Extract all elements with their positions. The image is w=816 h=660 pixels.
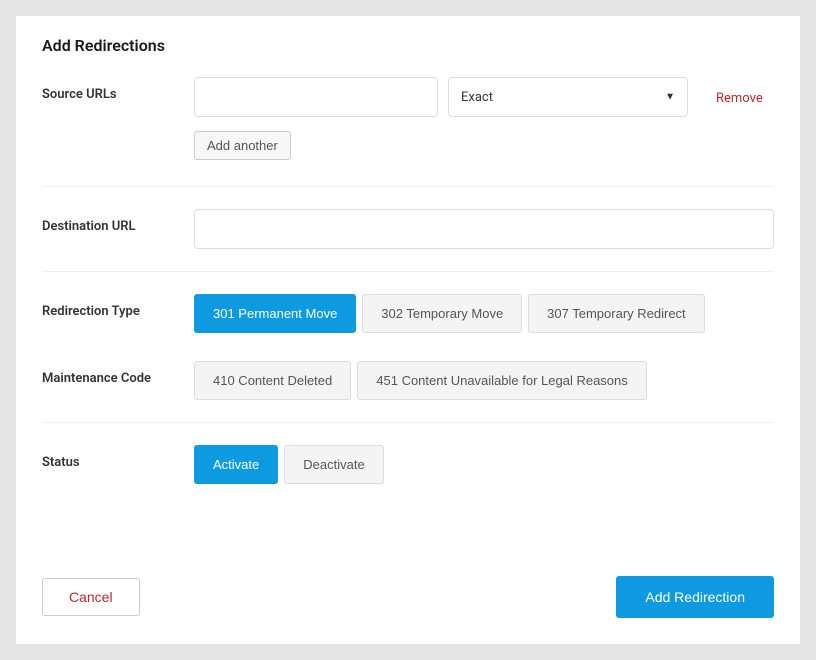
maintenance-code-group: 410 Content Deleted 451 Content Unavaila… [194,361,774,400]
chevron-down-icon: ▼ [665,92,675,103]
maint-451-button[interactable]: 451 Content Unavailable for Legal Reason… [357,361,647,400]
destination-inputs [194,209,774,249]
redirection-type-label: Redirection Type [42,294,194,319]
destination-row: Destination URL [42,209,774,249]
maintenance-code-inputs: 410 Content Deleted 451 Content Unavaila… [194,361,774,400]
cancel-button[interactable]: Cancel [42,578,140,616]
redirection-type-inputs: 301 Permanent Move 302 Temporary Move 30… [194,294,774,333]
redirect-302-button[interactable]: 302 Temporary Move [362,294,522,333]
redirection-type-group: 301 Permanent Move 302 Temporary Move 30… [194,294,774,333]
add-another-button[interactable]: Add another [194,131,291,160]
status-section: Status Activate Deactivate [42,423,774,506]
source-inputs: Exact ▼ Remove Add another [194,77,774,160]
add-redirection-button[interactable]: Add Redirection [616,576,774,618]
source-url-row: Exact ▼ Remove [194,77,774,117]
remove-button[interactable]: Remove [716,89,763,106]
destination-url-input[interactable] [194,209,774,249]
activate-button[interactable]: Activate [194,445,278,484]
match-type-value: Exact [461,90,493,105]
redirect-301-button[interactable]: 301 Permanent Move [194,294,356,333]
redirection-type-row: Redirection Type 301 Permanent Move 302 … [42,294,774,333]
source-label: Source URLs [42,77,194,102]
status-label: Status [42,445,194,470]
page-title: Add Redirections [42,36,774,55]
type-maintenance-section: Redirection Type 301 Permanent Move 302 … [42,272,774,423]
redirect-307-button[interactable]: 307 Temporary Redirect [528,294,705,333]
panel-footer: Cancel Add Redirection [16,550,800,644]
source-section: Source URLs Exact ▼ Remove Add another [42,77,774,187]
source-url-input[interactable] [194,77,438,117]
status-row: Status Activate Deactivate [42,445,774,484]
status-group: Activate Deactivate [194,445,774,484]
panel-content: Add Redirections Source URLs Exact ▼ Rem… [16,16,800,550]
deactivate-button[interactable]: Deactivate [284,445,383,484]
source-row: Source URLs Exact ▼ Remove Add another [42,77,774,160]
redirection-panel: Add Redirections Source URLs Exact ▼ Rem… [16,16,800,644]
destination-label: Destination URL [42,209,194,234]
maintenance-code-label: Maintenance Code [42,361,194,386]
maint-410-button[interactable]: 410 Content Deleted [194,361,351,400]
destination-section: Destination URL [42,187,774,272]
match-type-select[interactable]: Exact ▼ [448,77,688,117]
maintenance-code-row: Maintenance Code 410 Content Deleted 451… [42,361,774,400]
status-inputs: Activate Deactivate [194,445,774,484]
